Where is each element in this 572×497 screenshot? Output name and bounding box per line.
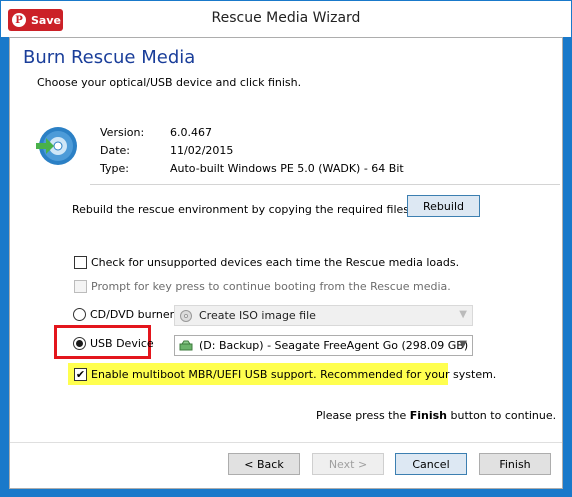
cd-dvd-option[interactable]: CD/DVD burner	[73, 308, 174, 321]
cd-dvd-select: Create ISO image file ▼	[174, 305, 473, 326]
check-unsupported-option[interactable]: Check for unsupported devices each time …	[74, 256, 459, 269]
back-button[interactable]: < Back	[228, 453, 300, 475]
footer-divider	[10, 442, 562, 443]
chevron-down-icon: ▼	[459, 339, 467, 350]
check-unsupported-checkbox[interactable]	[74, 256, 87, 269]
check-unsupported-label: Check for unsupported devices each time …	[91, 256, 460, 269]
iso-file-icon	[180, 309, 192, 322]
drive-icon	[179, 340, 193, 350]
wizard-content: Burn Rescue Media Choose your optical/US…	[9, 37, 563, 489]
prompt-key-checkbox	[74, 280, 87, 293]
chevron-down-icon: ▼	[459, 309, 467, 320]
date-label: Date:	[100, 144, 130, 157]
window-title: Rescue Media Wizard	[211, 10, 361, 26]
prompt-key-option: Prompt for key press to continue booting…	[74, 280, 451, 293]
date-value: 11/02/2015	[170, 144, 234, 157]
version-label: Version:	[100, 126, 145, 139]
usb-device-select[interactable]: (D: Backup) - Seagate FreeAgent Go (298.…	[174, 335, 473, 356]
usb-device-radio[interactable]	[73, 337, 86, 350]
multiboot-checkbox[interactable]: ✔	[74, 368, 87, 381]
multiboot-label: Enable multiboot MBR/UEFI USB support. R…	[91, 368, 497, 381]
finish-instruction: Please press the Finish button to contin…	[316, 409, 557, 422]
cd-dvd-label: CD/DVD burner	[90, 308, 175, 321]
rebuild-button[interactable]: Rebuild	[407, 195, 480, 217]
type-label: Type:	[100, 162, 129, 175]
usb-device-option[interactable]: USB Device	[73, 337, 154, 350]
version-value: 6.0.467	[170, 126, 212, 139]
cancel-button[interactable]: Cancel	[395, 453, 467, 475]
wizard-window: P Save Rescue Media Wizard Burn Rescue M…	[0, 0, 572, 497]
page-subtitle: Choose your optical/USB device and click…	[37, 76, 302, 89]
page-title: Burn Rescue Media	[23, 47, 196, 68]
usb-device-select-value: (D: Backup) - Seagate FreeAgent Go (298.…	[199, 339, 469, 352]
disc-with-arrow-icon	[36, 127, 77, 165]
title-bar: P Save Rescue Media Wizard	[1, 1, 571, 37]
rebuild-description: Rebuild the rescue environment by copyin…	[72, 203, 410, 216]
prompt-key-label: Prompt for key press to continue booting…	[91, 280, 451, 293]
type-value: Auto-built Windows PE 5.0 (WADK) - 64 Bi…	[170, 162, 404, 175]
multiboot-option[interactable]: ✔ Enable multiboot MBR/UEFI USB support.…	[74, 368, 496, 381]
finish-button[interactable]: Finish	[479, 453, 551, 475]
cd-dvd-select-value: Create ISO image file	[199, 309, 316, 322]
divider	[90, 184, 560, 185]
usb-device-label: USB Device	[90, 337, 154, 350]
next-button[interactable]: Next >	[312, 453, 384, 475]
cd-dvd-radio[interactable]	[73, 308, 86, 321]
